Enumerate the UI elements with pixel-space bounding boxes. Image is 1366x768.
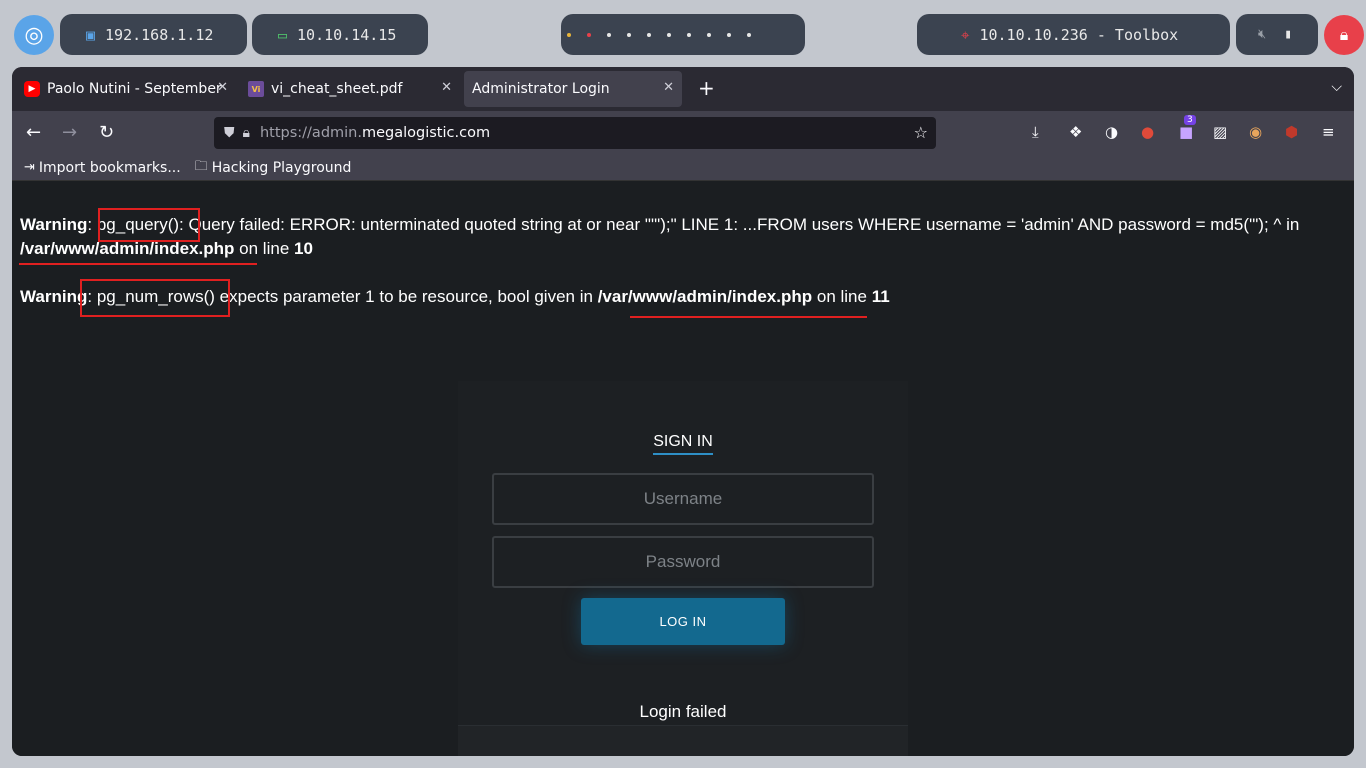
- tab-label: vi_cheat_sheet.pdf: [271, 81, 403, 97]
- page-content: Warning: pg_query(): Query failed: ERROR…: [12, 181, 1354, 756]
- shield-icon[interactable]: ⛊: [224, 125, 235, 141]
- login-card-footer: [458, 725, 908, 756]
- battery-icon[interactable]: ▮: [1284, 27, 1292, 42]
- lock-insecure-icon[interactable]: 🔒︎: [243, 125, 250, 141]
- target-crosshair-icon: ⌖: [961, 25, 970, 44]
- warning-line-number: 10: [294, 239, 313, 258]
- workspace-dot[interactable]: [607, 32, 611, 37]
- tab-label: Administrator Login: [472, 81, 610, 97]
- password-input[interactable]: [492, 536, 874, 588]
- new-tab-plus-icon[interactable]: +: [698, 76, 715, 100]
- tab-label: Paolo Nutini - September: [47, 81, 222, 97]
- target-text: 10.10.10.236 - Toolbox: [979, 25, 1179, 44]
- folder-icon: 🗀︎: [194, 158, 208, 174]
- vpn-ip-text: 10.10.14.15: [297, 25, 397, 44]
- workspace-dots: [561, 32, 751, 37]
- back-arrow-icon[interactable]: ←: [26, 122, 41, 143]
- username-input[interactable]: [492, 473, 874, 525]
- url-bar[interactable]: ⛊ 🔒︎ https://admin. megalogistic.com ☆: [214, 117, 936, 149]
- tab-admin-login[interactable]: Administrator Login ✕: [464, 71, 682, 107]
- laptop-icon: ▭: [278, 25, 288, 44]
- santa-icon[interactable]: ●: [1141, 123, 1154, 141]
- close-icon[interactable]: ✕: [663, 80, 674, 95]
- ublock-origin-icon[interactable]: ⬢: [1285, 123, 1298, 141]
- tab-youtube[interactable]: ▶ Paolo Nutini - September ✕: [18, 71, 236, 107]
- vpn-ip-widget[interactable]: ▭ 10.10.14.15: [252, 14, 428, 55]
- bookmark-import[interactable]: ⇥ Import bookmarks...: [24, 160, 181, 176]
- workspace-dot[interactable]: [587, 32, 591, 37]
- workspace-switcher[interactable]: [561, 14, 805, 55]
- browser-window: ▶ Paolo Nutini - September ✕ Vi vi_cheat…: [12, 67, 1354, 756]
- warning-label: Warning: [20, 215, 88, 234]
- login-status: Login failed: [639, 702, 727, 721]
- workspace-dot[interactable]: [647, 32, 651, 37]
- youtube-icon: ▶: [24, 81, 40, 97]
- annotation-underline-path2: [630, 316, 867, 318]
- tab-pdf[interactable]: Vi vi_cheat_sheet.pdf ✕: [242, 71, 460, 107]
- workspace-dot[interactable]: [687, 32, 691, 37]
- annotation-box-pg-query: [98, 208, 200, 242]
- hamburger-menu-icon[interactable]: ≡: [1322, 123, 1335, 141]
- reload-icon[interactable]: ↻: [99, 122, 114, 143]
- bookmark-label: Hacking Playground: [211, 159, 352, 176]
- login-button[interactable]: LOG IN: [581, 598, 785, 645]
- target-widget[interactable]: ⌖ 10.10.10.236 - Toolbox: [917, 14, 1230, 55]
- cookie-icon[interactable]: ◉: [1249, 123, 1262, 141]
- workspace-dot[interactable]: [747, 32, 751, 37]
- workspace-dot[interactable]: [567, 32, 571, 37]
- local-ip-widget[interactable]: ▣ 192.168.1.12: [60, 14, 247, 55]
- extensions-puzzle-icon[interactable]: ❖: [1069, 123, 1082, 141]
- workspace-dot[interactable]: [667, 32, 671, 37]
- workspace-dot[interactable]: [627, 32, 631, 37]
- network-icon: ▣: [86, 25, 96, 44]
- debian-launcher-icon[interactable]: ◎: [14, 15, 54, 55]
- warning-pg-query: Warning: pg_query(): Query failed: ERROR…: [20, 215, 1300, 258]
- bookmark-star-icon[interactable]: ☆: [914, 123, 928, 142]
- download-icon[interactable]: ⤓: [1032, 123, 1039, 141]
- pdf-icon: Vi: [248, 81, 264, 97]
- workspace-dot[interactable]: [707, 32, 711, 37]
- warning-online: on line: [816, 287, 867, 306]
- warning-message: Query failed: ERROR: unterminated quoted…: [188, 215, 1300, 234]
- extension-badge: 3: [1184, 115, 1196, 125]
- warning-online: on line: [239, 239, 290, 258]
- system-bar: ◎ ▣ 192.168.1.12 ▭ 10.10.14.15 ⌖ 10.10.1…: [0, 0, 1366, 68]
- local-ip-text: 192.168.1.12: [105, 25, 214, 44]
- url-scheme: https://admin.: [259, 125, 362, 141]
- puzzle-extension-icon[interactable]: ■: [1179, 123, 1193, 141]
- sign-in-title: SIGN IN: [458, 433, 908, 455]
- lock-icon[interactable]: 🔒︎: [1324, 15, 1364, 55]
- spy-glasses-icon[interactable]: ◑: [1105, 123, 1118, 141]
- tray-widget[interactable]: 🔇︎ ▮: [1236, 14, 1318, 55]
- tab-bar: ▶ Paolo Nutini - September ✕ Vi vi_cheat…: [12, 67, 1354, 111]
- bookmarks-toolbar: ⇥ Import bookmarks... 🗀︎ Hacking Playgro…: [12, 155, 1354, 181]
- bookmark-label: Import bookmarks...: [38, 159, 181, 176]
- workspace-dot[interactable]: [727, 32, 731, 37]
- login-card: SIGN IN: [458, 381, 908, 756]
- bookmark-hacking-playground[interactable]: 🗀︎ Hacking Playground: [195, 157, 352, 179]
- close-icon[interactable]: ✕: [217, 80, 228, 95]
- import-icon: ⇥: [24, 160, 35, 175]
- warning-label: Warning: [20, 287, 88, 306]
- annotation-underline-path1: [19, 263, 257, 265]
- volume-muted-icon[interactable]: 🔇︎: [1258, 27, 1266, 42]
- nav-bar: ← → ↻ ⛊ 🔒︎ https://admin. megalogistic.co…: [12, 111, 1354, 155]
- close-icon[interactable]: ✕: [441, 80, 452, 95]
- forward-arrow-icon[interactable]: →: [62, 122, 77, 143]
- annotation-box-pg-num-rows: [80, 279, 230, 317]
- warning-line-number: 11: [871, 287, 890, 306]
- url-domain: megalogistic.com: [361, 125, 491, 141]
- proxy-icon[interactable]: ▨: [1213, 123, 1227, 141]
- warning-path: /var/www/admin/index.php: [597, 287, 813, 306]
- chevron-down-icon[interactable]: ⌵: [1331, 79, 1342, 95]
- sign-in-title-text: SIGN IN: [653, 433, 713, 455]
- warning-message: expects parameter 1 to be resource, bool…: [219, 287, 593, 306]
